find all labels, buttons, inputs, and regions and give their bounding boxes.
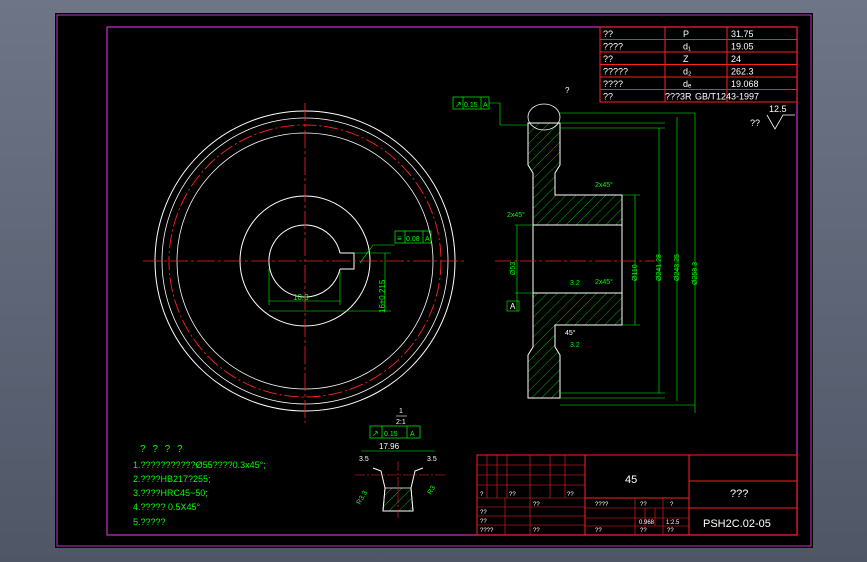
roughness-note: ?? 12.5 [750, 104, 795, 130]
runout-tolerance-symbol: ↗ [455, 100, 462, 109]
detail-scale-num: 1 [399, 408, 403, 415]
keyway-tolerance-datum: A [425, 236, 430, 243]
detail-scale-den: 2:1 [396, 419, 406, 426]
title-block: 45 ??? PSH2C.02-05 ? ?? ?? ?? ???? ?? ? … [476, 454, 798, 536]
title-cell-8: ?? [595, 528, 602, 534]
param-symbol-1: d₁ [683, 42, 691, 52]
note-line-2: 2.????HB217?255; [133, 474, 211, 484]
tooth-r-left: R3.3 [356, 490, 370, 506]
title-material: 45 [625, 474, 637, 486]
param-value-0: 31.75 [731, 29, 754, 39]
title-cell-5: ???? [595, 502, 609, 508]
roughness-note-value: 12.5 [769, 104, 787, 114]
bore-dia-dim: Ø53 [510, 262, 517, 275]
title-row-label-2: ?? [480, 519, 487, 525]
chamfer-1: 2x45° [595, 181, 613, 189]
tooth-tolerance-value: 0.15 [384, 431, 398, 438]
param-symbol-0: P [683, 29, 689, 39]
title-cell-4: ?? [533, 502, 540, 508]
tooth-dim-left: 3.5 [359, 456, 369, 463]
title-row-label-3: ???? [480, 528, 494, 534]
note-line-4: 4.????? 0.5X45° [133, 502, 201, 512]
tooth-tolerance-symbol: ↗ [372, 429, 379, 438]
title-cell-10: ?? [667, 528, 674, 534]
title-drawing-no: PSH2C.02-05 [703, 518, 771, 530]
param-value-4: 19.068 [731, 79, 759, 89]
param-symbol-2: Z [683, 54, 689, 64]
title-row-label-1: ?? [480, 510, 487, 516]
roughness-symbol-icon [766, 114, 795, 130]
title-mass: 0.968 [639, 520, 655, 526]
param-value-1: 19.05 [731, 42, 754, 52]
drawing-canvas[interactable]: ?? P 31.75 ???? d₁ 19.05 ?? Z 24 ????? d… [55, 13, 813, 548]
param-value-5: GB/T1243-1997 [695, 92, 759, 102]
parameter-table: ?? P 31.75 ???? d₁ 19.05 ?? Z 24 ????? d… [599, 26, 798, 103]
section-upper [527, 122, 623, 226]
keyway-tolerance-symbol: ≡ [397, 234, 402, 243]
title-row-label-4: ?? [533, 528, 540, 534]
dia-2-dim: Ø243.25 [674, 254, 681, 281]
title-cell-2: ?? [509, 492, 516, 498]
note-line-3: 3.????HRC45~50; [133, 488, 208, 498]
title-part-name: ??? [730, 488, 748, 500]
roughness-1: 3.2 [570, 280, 580, 287]
runout-tolerance-value: 0.15 [464, 102, 478, 109]
param-name-1: ???? [603, 42, 623, 52]
param-symbol-3: d₂ [683, 67, 692, 77]
title-cell-7: ? [670, 502, 674, 508]
keyway-tolerance-value: 0.08 [406, 236, 420, 243]
title-scale: 1:2.5 [666, 520, 680, 526]
param-symbol-5: ???3R [665, 92, 692, 102]
hub-dia-dim: Ø110 [632, 264, 639, 281]
callout-label: ? [565, 86, 570, 95]
note-line-5: 5.????? [133, 517, 166, 527]
chamfer-2: 2x45° [507, 211, 525, 219]
runout-tolerance-datum: A [483, 102, 488, 109]
roughness-note-label: ?? [750, 118, 760, 128]
tooth-dim-right: 3.5 [427, 456, 437, 463]
param-value-2: 24 [731, 54, 741, 64]
technical-notes: ? ? ? ? 1.???????????Ø55????0.3x45°; 2.?… [133, 444, 266, 527]
notes-title: ? ? ? ? [140, 444, 185, 455]
section-view: ? Ø110 Ø241.28 Ø243.25 Ø258.3 Ø53 A 2x45… [452, 86, 699, 413]
param-name-3: ????? [603, 67, 628, 77]
title-cell-9: ?? [640, 528, 647, 534]
param-value-3: 262.3 [731, 67, 754, 77]
dia-1-dim: Ø241.28 [656, 254, 663, 281]
roughness-2: 3.2 [570, 342, 580, 349]
front-view: 10.3 16±0.215 ≡ 0.08 A [143, 103, 467, 423]
angle-label: 45° [565, 329, 576, 337]
param-name-0: ?? [603, 29, 613, 39]
param-name-5: ?? [603, 92, 613, 102]
datum-label-a: A [510, 302, 516, 311]
title-cell-1: ? [480, 492, 484, 498]
param-name-4: ???? [603, 79, 623, 89]
param-name-2: ?? [603, 54, 613, 64]
dia-3-dim: Ø258.3 [692, 262, 699, 285]
cad-viewport[interactable]: ?? P 31.75 ???? d₁ 19.05 ?? Z 24 ????? d… [55, 13, 813, 548]
keyway-width-dim: 10.3 [293, 293, 309, 302]
tooth-r-right: R3 [427, 485, 438, 496]
tooth-tolerance-datum: A [410, 431, 415, 438]
param-symbol-4: dₑ [683, 79, 692, 89]
tooth-chord-dim: 17.96 [379, 442, 400, 451]
keyway-depth-dim: 16±0.215 [378, 279, 387, 313]
chamfer-3: 2x45° [595, 278, 613, 286]
tooth-detail: 1 2:1 ↗ 0.15 A 17.96 3.5 3.5 R3.3 R3 [355, 408, 445, 518]
title-cell-6: ?? [640, 502, 647, 508]
title-cell-3: ?? [567, 492, 574, 498]
note-line-1: 1.???????????Ø55????0.3x45°; [133, 460, 266, 470]
